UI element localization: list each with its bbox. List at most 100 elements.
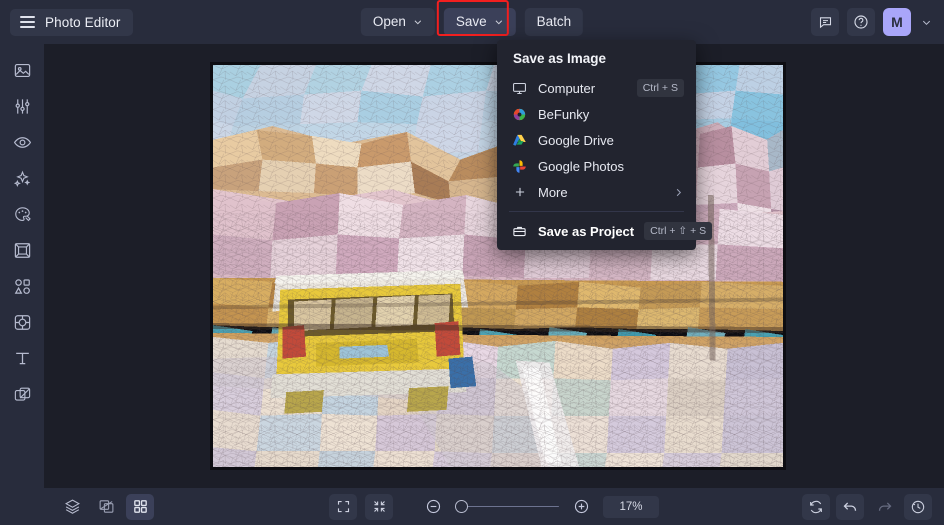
texture-icon xyxy=(14,387,30,401)
save-more-label: More xyxy=(538,184,568,200)
save-dropdown-menu: Save as Image Computer Ctrl + S BeFunky … xyxy=(497,40,713,250)
overlay-icon xyxy=(14,314,30,330)
zoom-out-button[interactable] xyxy=(419,494,447,520)
history-icon xyxy=(911,500,925,513)
workspace xyxy=(44,44,944,488)
zoom-slider-track xyxy=(463,505,559,508)
undo-button[interactable] xyxy=(836,493,864,520)
batch-button[interactable]: Batch xyxy=(524,8,584,36)
feedback-button[interactable] xyxy=(811,8,839,36)
undo-icon xyxy=(843,502,856,511)
layers-icon xyxy=(64,499,80,514)
zoom-controls: 17% xyxy=(329,493,659,520)
save-to-befunky-item[interactable]: BeFunky xyxy=(497,101,696,127)
save-to-google-drive-label: Google Drive xyxy=(538,132,614,148)
google-drive-icon xyxy=(511,133,528,148)
redo-icon xyxy=(878,502,891,511)
batch-button-label: Batch xyxy=(536,14,572,30)
compare-button[interactable] xyxy=(92,494,120,520)
help-button[interactable] xyxy=(847,8,875,36)
reset-icon xyxy=(810,500,822,513)
save-more-item[interactable]: More xyxy=(497,179,696,205)
monitor-icon xyxy=(511,81,528,96)
save-as-project-shortcut: Ctrl + ⇧ + S xyxy=(644,222,713,240)
chevron-down-icon xyxy=(922,20,931,25)
header-toolbar: Open Save Batch xyxy=(360,0,584,37)
bottom-toolbar: 17% xyxy=(44,488,944,525)
eye-icon xyxy=(13,136,31,148)
zoom-slider[interactable] xyxy=(455,497,559,517)
save-to-google-drive-item[interactable]: Google Drive xyxy=(497,127,696,153)
grid-icon xyxy=(133,500,147,513)
sidebar-item-image[interactable] xyxy=(5,56,39,84)
history-button[interactable] xyxy=(904,493,932,520)
chevron-right-icon xyxy=(673,187,684,198)
grid-button[interactable] xyxy=(126,493,154,520)
save-to-befunky-label: BeFunky xyxy=(538,106,590,122)
left-toolbar xyxy=(0,44,44,525)
bottom-right-tools xyxy=(802,493,932,520)
sidebar-item-edit[interactable] xyxy=(5,92,39,120)
save-as-project-item[interactable]: Save as Project Ctrl + ⇧ + S xyxy=(497,218,713,244)
save-to-computer-shortcut: Ctrl + S xyxy=(636,79,684,97)
text-icon xyxy=(15,352,29,364)
open-button[interactable]: Open xyxy=(360,8,435,36)
sidebar-item-textures[interactable] xyxy=(5,380,39,408)
compare-icon xyxy=(99,500,113,513)
zoom-slider-handle[interactable] xyxy=(455,500,468,513)
actual-size-button[interactable] xyxy=(365,493,393,520)
feedback-icon xyxy=(819,16,831,28)
save-to-google-photos-item[interactable]: Google Photos xyxy=(497,153,696,179)
sliders-icon xyxy=(15,98,29,114)
account-menu-button[interactable] xyxy=(919,15,934,30)
help-icon xyxy=(854,15,868,29)
shapes-icon xyxy=(14,278,30,294)
save-to-computer-label: Computer xyxy=(538,80,596,96)
chevron-down-icon xyxy=(414,20,422,25)
open-button-label: Open xyxy=(372,14,406,30)
save-button-wrap: Save xyxy=(436,0,516,37)
save-button[interactable]: Save xyxy=(443,8,516,36)
chevron-down-icon xyxy=(495,20,502,25)
sidebar-item-artsy[interactable] xyxy=(5,200,39,228)
sidebar-item-effects[interactable] xyxy=(5,164,39,192)
save-to-computer-item[interactable]: Computer Ctrl + S xyxy=(497,75,696,101)
app-title: Photo Editor xyxy=(45,14,121,30)
header-left: Photo Editor xyxy=(10,8,133,36)
dropdown-separator xyxy=(509,211,684,212)
save-to-google-photos-label: Google Photos xyxy=(538,158,625,174)
befunky-icon xyxy=(511,107,528,122)
photo-editor-app: Photo Editor Open Save Batch M Save as I… xyxy=(0,0,944,525)
google-photos-icon xyxy=(511,159,528,174)
avatar-initial: M xyxy=(891,14,903,30)
collapse-icon xyxy=(373,501,385,512)
redo-button[interactable] xyxy=(870,494,898,520)
fit-screen-button[interactable] xyxy=(329,493,357,520)
zoom-in-button[interactable] xyxy=(567,494,595,520)
save-as-project-label: Save as Project xyxy=(538,223,635,239)
zoom-level-value[interactable]: 17% xyxy=(603,495,659,518)
sidebar-item-text[interactable] xyxy=(5,344,39,372)
frame-icon xyxy=(14,242,30,258)
sidebar-item-overlays[interactable] xyxy=(5,308,39,336)
bottom-left-tools xyxy=(58,493,154,520)
minus-circle-icon xyxy=(426,499,440,514)
header-right: M xyxy=(811,8,934,36)
sidebar-item-graphics[interactable] xyxy=(5,272,39,300)
briefcase-icon xyxy=(511,224,528,239)
palette-icon xyxy=(14,206,31,221)
layers-button[interactable] xyxy=(58,494,86,520)
reset-button[interactable] xyxy=(802,493,830,520)
app-menu-button[interactable]: Photo Editor xyxy=(10,8,133,36)
plus-circle-icon xyxy=(574,499,588,514)
image-icon xyxy=(14,63,30,77)
plus-icon xyxy=(511,185,528,199)
sparkles-icon xyxy=(13,170,30,187)
expand-icon xyxy=(337,500,349,513)
sidebar-item-frames[interactable] xyxy=(5,236,39,264)
dropdown-title: Save as Image xyxy=(513,51,607,66)
sidebar-item-touchup[interactable] xyxy=(5,128,39,156)
save-button-label: Save xyxy=(455,14,487,30)
hamburger-icon xyxy=(20,16,35,28)
avatar[interactable]: M xyxy=(883,8,911,36)
